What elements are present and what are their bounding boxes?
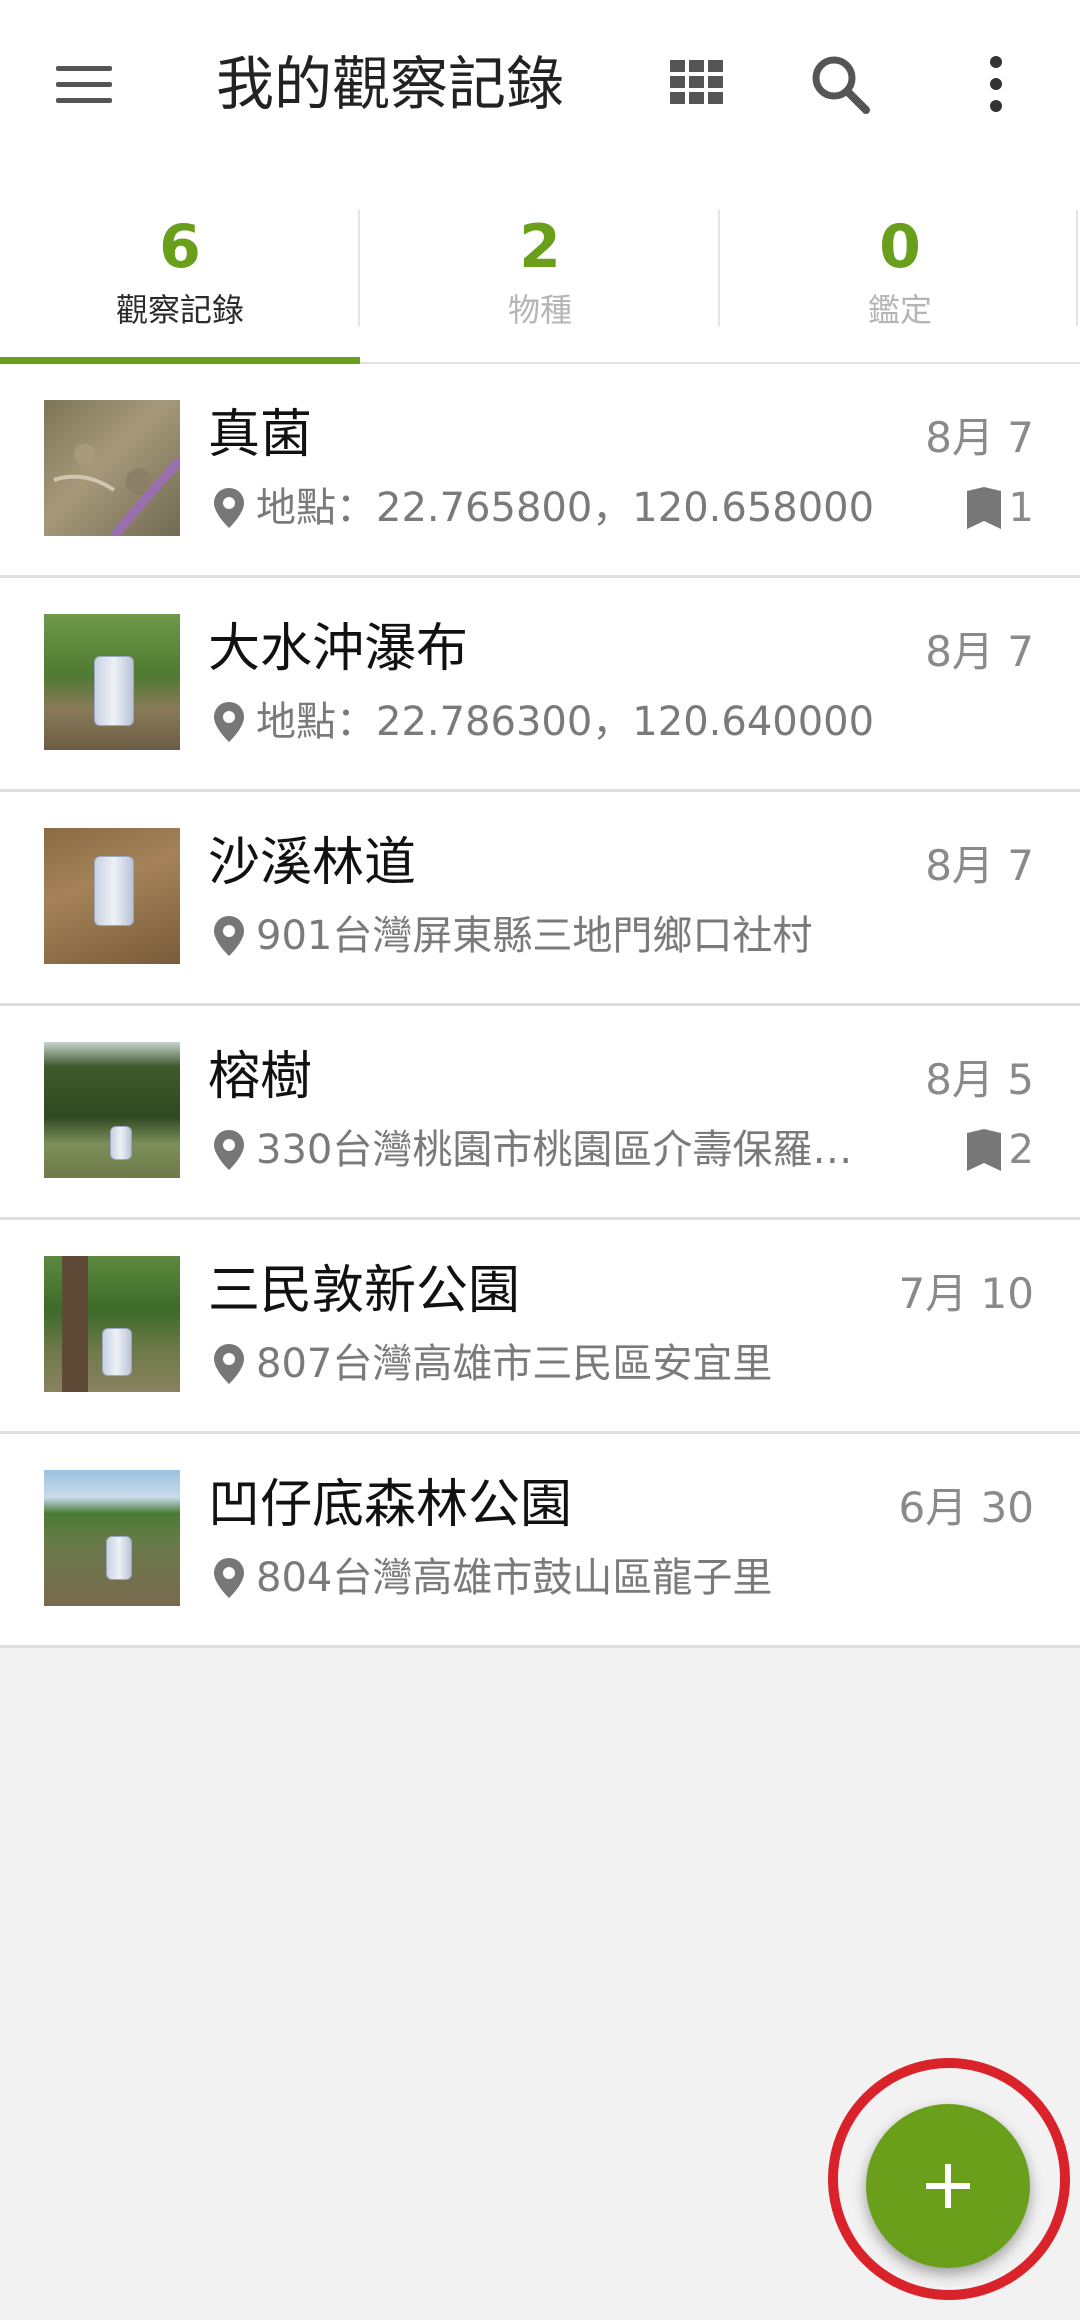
add-observation-button[interactable] xyxy=(866,2104,1030,2268)
plus-icon xyxy=(926,2164,970,2208)
identification-count: 1 xyxy=(966,480,1034,536)
tab-count: 2 xyxy=(519,212,561,282)
page-title: 我的觀察記錄 xyxy=(216,50,565,118)
observation-name: 榕樹 xyxy=(208,1047,313,1107)
observation-thumbnail xyxy=(44,1470,180,1606)
observation-list: 真菌 8月 7 地點：22.765800，120.658000 1 大水沖瀑布 … xyxy=(0,364,1080,1648)
identification-icon xyxy=(966,487,1001,529)
app-screen: 我的觀察記錄 6 觀察記錄 2 物種 0 鑑定 真菌 8月 7 地點：22.76… xyxy=(0,0,1080,2320)
observation-date: 7月 10 xyxy=(898,1269,1034,1318)
list-item[interactable]: 真菌 8月 7 地點：22.765800，120.658000 1 xyxy=(0,364,1080,578)
observation-thumbnail xyxy=(44,400,180,536)
tab-label: 鑑定 xyxy=(867,291,932,329)
location-pin-icon xyxy=(214,702,244,742)
tab-count: 0 xyxy=(879,212,921,282)
location-pin-icon xyxy=(214,1130,244,1170)
location-text: 330台灣桃園市桃園區介壽保羅… xyxy=(256,1127,853,1173)
observation-location: 804台灣高雄市鼓山區龍子里 xyxy=(214,1550,772,1606)
list-item[interactable]: 凹仔底森林公園 6月 30 804台灣高雄市鼓山區龍子里 xyxy=(0,1434,1080,1648)
grid-view-icon[interactable] xyxy=(670,60,724,104)
observation-name: 真菌 xyxy=(208,405,313,465)
menu-icon[interactable] xyxy=(42,48,126,120)
observation-date: 8月 7 xyxy=(925,413,1034,462)
identification-count-value: 1 xyxy=(1008,485,1034,531)
tab-observations[interactable]: 6 觀察記錄 xyxy=(0,170,360,364)
observation-location: 807台灣高雄市三民區安宜里 xyxy=(214,1336,772,1392)
location-pin-icon xyxy=(214,916,244,956)
identification-count-value: 2 xyxy=(1008,1127,1034,1173)
observation-thumbnail xyxy=(44,1042,180,1178)
more-vert-icon[interactable] xyxy=(976,52,1016,116)
location-text: 地點：22.786300，120.640000 xyxy=(256,699,875,745)
tab-species[interactable]: 2 物種 xyxy=(360,170,720,362)
active-tab-indicator xyxy=(0,357,360,364)
observation-date: 8月 7 xyxy=(925,627,1034,676)
observation-thumbnail xyxy=(44,828,180,964)
top-app-bar: 我的觀察記錄 xyxy=(0,0,1080,170)
observation-name: 凹仔底森林公園 xyxy=(208,1475,573,1535)
list-item[interactable]: 沙溪林道 8月 7 901台灣屏東縣三地門鄉口社村 xyxy=(0,792,1080,1006)
location-pin-icon xyxy=(214,488,244,528)
tab-label: 觀察記錄 xyxy=(115,291,244,329)
observation-location: 901台灣屏東縣三地門鄉口社村 xyxy=(214,908,812,964)
identification-count: 2 xyxy=(966,1122,1034,1178)
tab-identifications[interactable]: 0 鑑定 xyxy=(720,170,1080,362)
search-icon[interactable] xyxy=(808,52,872,116)
observation-thumbnail xyxy=(44,614,180,750)
observation-name: 大水沖瀑布 xyxy=(208,619,469,679)
observation-location: 地點：22.786300，120.640000 xyxy=(214,694,874,750)
location-text: 807台灣高雄市三民區安宜里 xyxy=(256,1341,773,1387)
location-text: 地點：22.765800，120.658000 xyxy=(256,485,875,531)
list-item[interactable]: 大水沖瀑布 8月 7 地點：22.786300，120.640000 xyxy=(0,578,1080,792)
observation-date: 6月 30 xyxy=(898,1483,1034,1532)
stats-tabs: 6 觀察記錄 2 物種 0 鑑定 xyxy=(0,170,1080,364)
observation-thumbnail xyxy=(44,1256,180,1392)
identification-icon xyxy=(966,1129,1001,1171)
observation-name: 沙溪林道 xyxy=(208,833,417,893)
tab-label: 物種 xyxy=(507,291,572,329)
location-text: 901台灣屏東縣三地門鄉口社村 xyxy=(256,913,813,959)
location-pin-icon xyxy=(214,1344,244,1384)
observation-date: 8月 5 xyxy=(925,1055,1034,1104)
observation-name: 三民敦新公園 xyxy=(208,1261,521,1321)
tab-divider xyxy=(1076,210,1078,326)
list-item[interactable]: 榕樹 8月 5 330台灣桃園市桃園區介壽保羅… 2 xyxy=(0,1006,1080,1220)
tab-count: 6 xyxy=(159,212,201,282)
observation-date: 8月 7 xyxy=(925,841,1034,890)
location-text: 804台灣高雄市鼓山區龍子里 xyxy=(256,1555,773,1601)
location-pin-icon xyxy=(214,1558,244,1598)
observation-location: 地點：22.765800，120.658000 xyxy=(214,480,874,536)
list-item[interactable]: 三民敦新公園 7月 10 807台灣高雄市三民區安宜里 xyxy=(0,1220,1080,1434)
observation-location: 330台灣桃園市桃園區介壽保羅… xyxy=(214,1122,852,1178)
